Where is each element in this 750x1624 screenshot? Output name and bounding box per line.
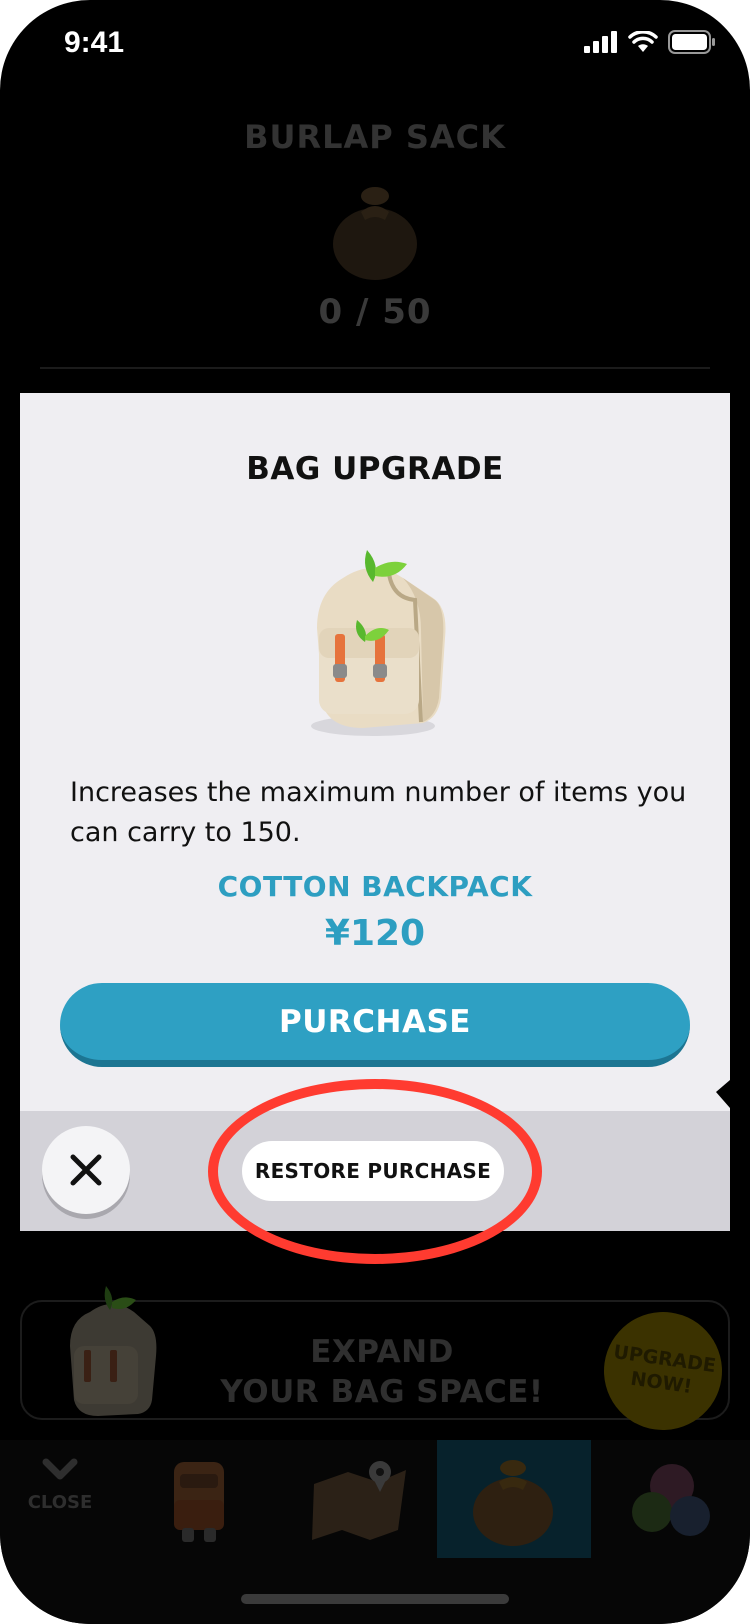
- product-name: COTTON BACKPACK: [217, 870, 533, 903]
- product-price: ¥120: [324, 913, 426, 954]
- close-icon: [70, 1154, 102, 1186]
- status-time: 9:41: [64, 26, 125, 59]
- battery-icon: [668, 30, 715, 54]
- status-icons: [584, 30, 716, 54]
- modal-title: BAG UPGRADE: [246, 451, 504, 487]
- sack-icon: [473, 1460, 553, 1546]
- cotton-backpack-icon: [311, 550, 446, 736]
- promo-line-2: YOUR BAG SPACE!: [220, 1374, 544, 1410]
- purchase-button-label: PURCHASE: [279, 1003, 471, 1040]
- close-modal-button[interactable]: [42, 1126, 130, 1214]
- burlap-sack-icon: [333, 187, 417, 280]
- character-icon[interactable]: [160, 1456, 240, 1546]
- cellular-signal-icon: [584, 31, 617, 53]
- purchase-button[interactable]: PURCHASE: [60, 983, 690, 1067]
- tab-close[interactable]: CLOSE: [24, 1458, 96, 1513]
- bag-capacity: 0 / 50: [318, 292, 432, 332]
- upgrade-now-badge[interactable]: UPGRADE NOW!: [596, 1304, 730, 1438]
- chevron-down-icon: [42, 1458, 78, 1480]
- map-icon[interactable]: [308, 1454, 412, 1544]
- phone-screen: 9:41 BURLAP SACK 0 / 50 BAG UPGRADE Incr…: [0, 0, 750, 1624]
- tab-close-label: CLOSE: [27, 1492, 93, 1513]
- creatures-icon[interactable]: [624, 1456, 720, 1548]
- promo-line-1: EXPAND: [310, 1334, 454, 1370]
- backpack-icon: [70, 1286, 157, 1416]
- divider: [40, 367, 710, 369]
- home-indicator: [241, 1594, 509, 1604]
- expand-bag-banner[interactable]: EXPAND YOUR BAG SPACE! UPGRADE NOW!: [20, 1286, 730, 1438]
- highlight-circle: [208, 1079, 542, 1264]
- bag-name: BURLAP SACK: [244, 118, 506, 156]
- modal-side-pointer: [716, 1080, 730, 1108]
- tab-bag-active[interactable]: [437, 1440, 591, 1558]
- wifi-icon: [628, 31, 658, 52]
- promo-text: EXPAND YOUR BAG SPACE!: [162, 1332, 602, 1412]
- upgrade-description: Increases the maximum number of items yo…: [70, 777, 687, 848]
